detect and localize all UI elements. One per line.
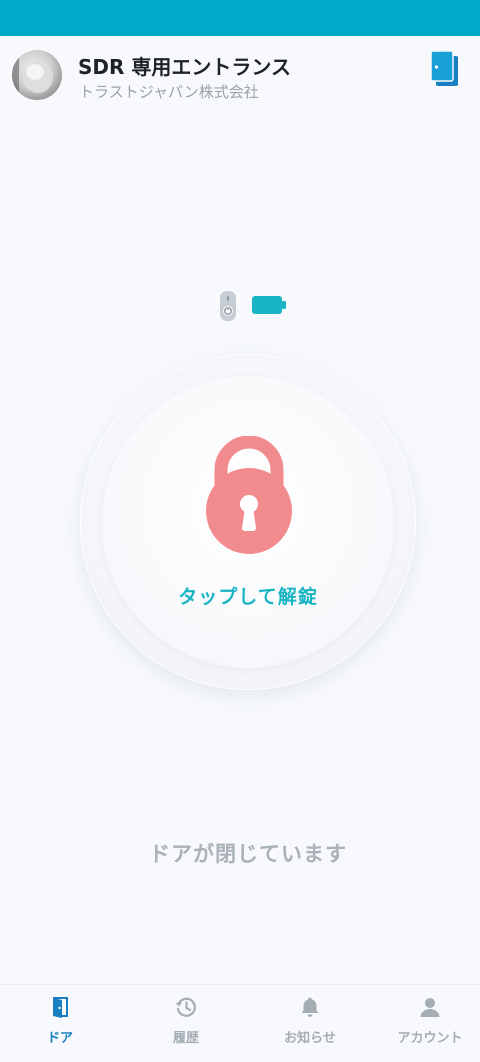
battery-full-icon <box>252 296 286 314</box>
bottom-navigation: ドア 履歴 お知らせ アカウント <box>0 984 480 1062</box>
nav-label-door: ドア <box>46 1031 73 1046</box>
door-icon <box>53 997 68 1018</box>
padlock-icon <box>206 436 292 554</box>
history-icon <box>175 997 196 1017</box>
nav-item-account[interactable]: アカウント <box>370 985 480 1062</box>
door-name: SDR 専用エントランス <box>78 55 291 79</box>
nav-item-history[interactable]: 履歴 <box>126 985 246 1062</box>
nav-label-history: 履歴 <box>172 1031 199 1046</box>
nav-label-account: アカウント <box>397 1031 463 1046</box>
nav-item-notifications[interactable]: お知らせ <box>250 985 370 1062</box>
smart-lock-icon <box>220 291 236 321</box>
door-avatar <box>12 50 62 100</box>
device-status-row <box>0 290 480 322</box>
person-icon <box>420 998 440 1017</box>
status-bar <box>0 0 480 36</box>
door-list-button[interactable] <box>428 50 462 90</box>
unlock-label: タップして解錠 <box>178 586 318 608</box>
company-name: トラストジャパン株式会社 <box>79 83 259 101</box>
door-status-text: ドアが閉じています <box>149 842 347 866</box>
bell-icon <box>301 997 319 1017</box>
door-list-icon <box>430 50 458 86</box>
nav-label-notifications: お知らせ <box>284 1031 336 1046</box>
unlock-button[interactable]: タップして解錠 <box>80 354 416 690</box>
nav-item-door[interactable]: ドア <box>0 985 120 1062</box>
